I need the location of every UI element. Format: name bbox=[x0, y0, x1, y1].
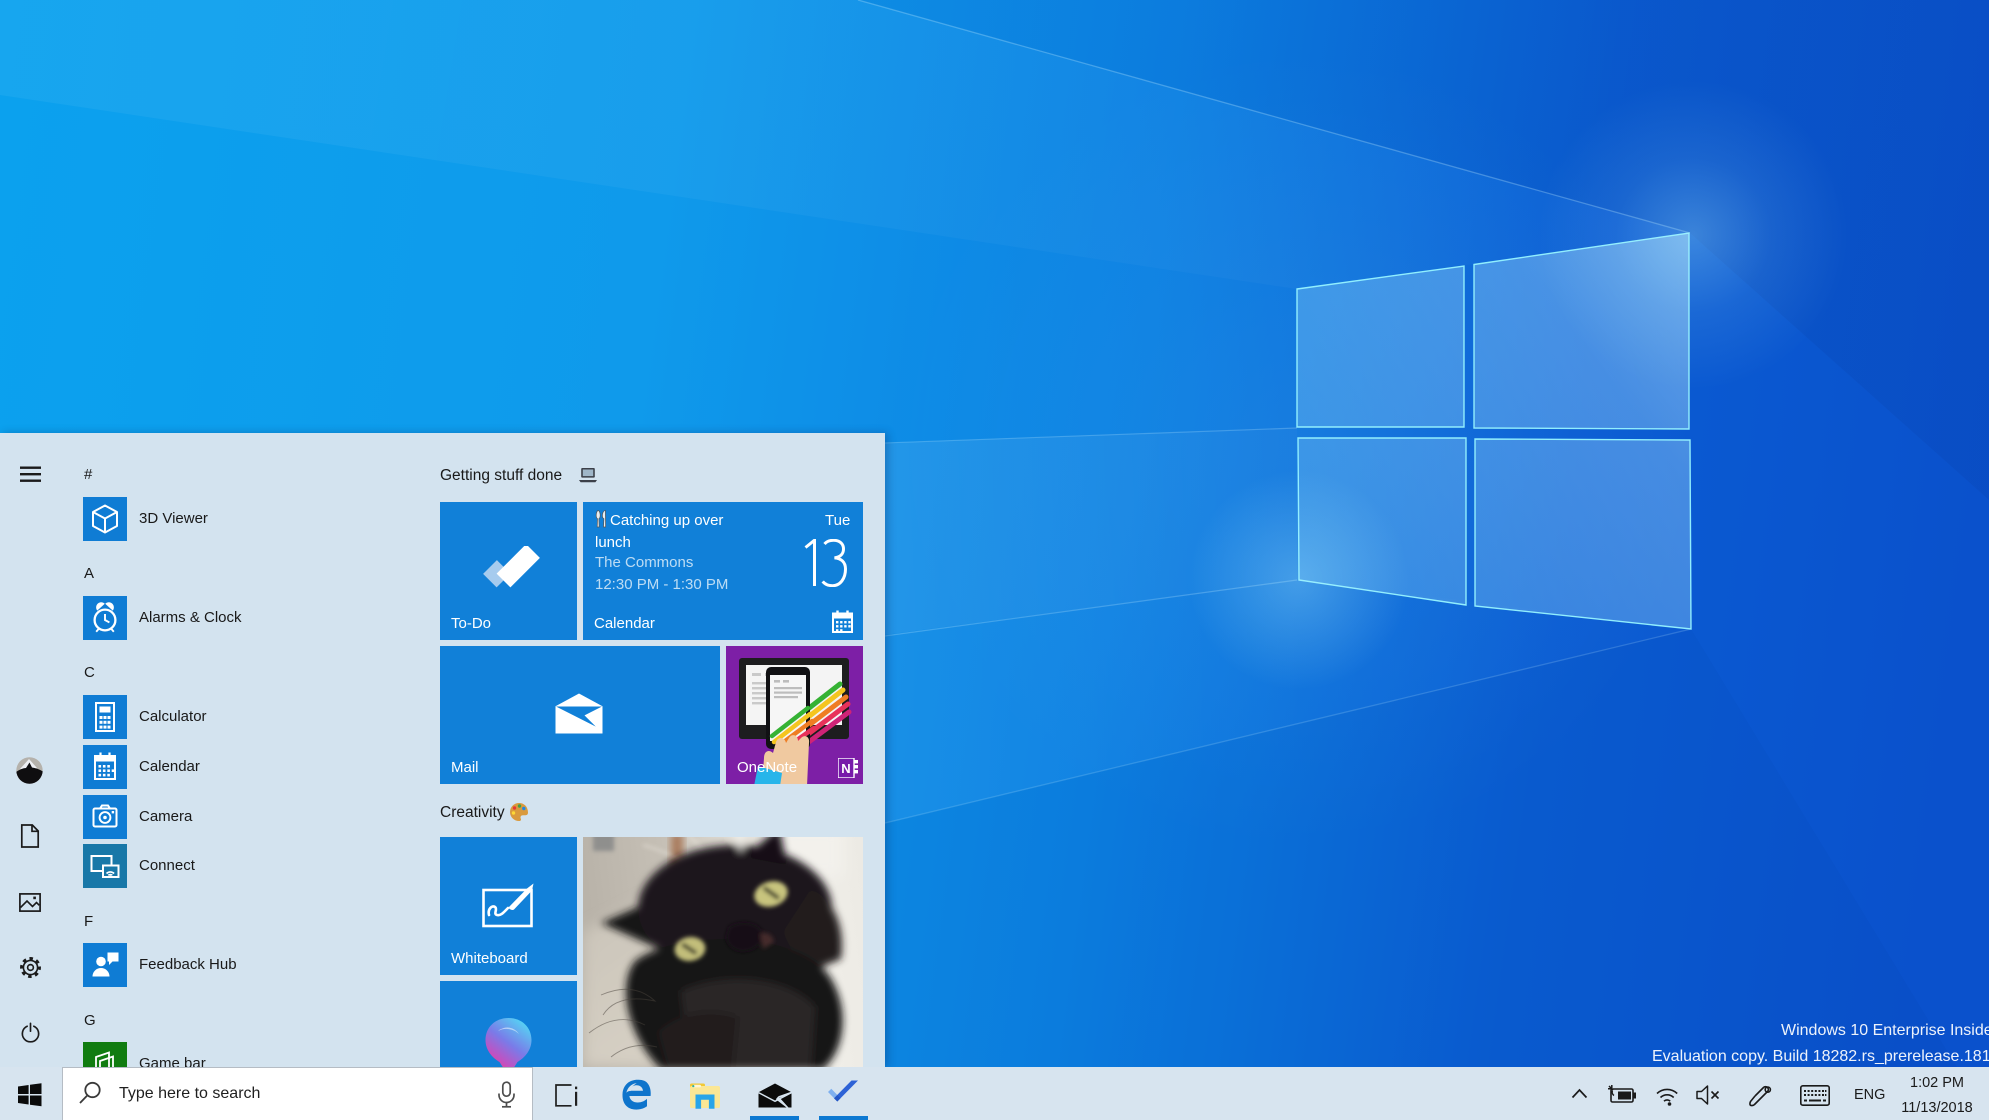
svg-text:N: N bbox=[841, 761, 850, 776]
